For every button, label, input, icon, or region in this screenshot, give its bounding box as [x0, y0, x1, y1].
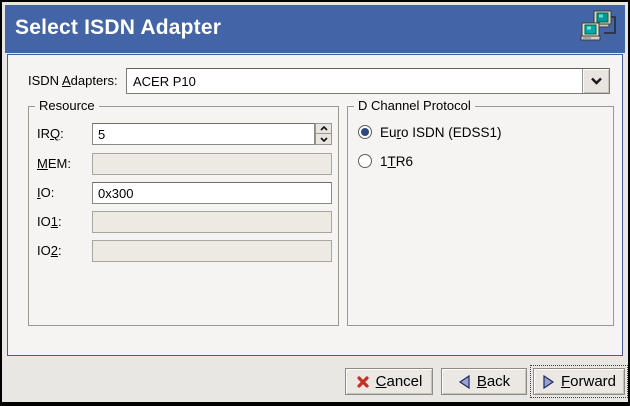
irq-spinner-buttons	[315, 123, 332, 145]
irq-label: IRQ:	[37, 123, 85, 145]
irq-spinner[interactable]	[92, 123, 315, 145]
chevron-down-icon	[590, 77, 603, 85]
arrow-left-icon	[458, 374, 471, 390]
back-button[interactable]: Back	[441, 368, 527, 395]
content-panel: ISDN Adapters: ACER P10 Resource IRQ:	[7, 54, 623, 356]
io1-row: IO1:	[37, 211, 332, 233]
isdn-adapters-combobox[interactable]: ACER P10	[126, 68, 610, 94]
cancel-button-label: Cancel	[376, 373, 423, 390]
page-title: Select ISDN Adapter	[15, 16, 221, 40]
io2-row: IO2:	[37, 240, 332, 262]
forward-button-label: Forward	[561, 373, 616, 390]
cancel-x-icon	[356, 375, 370, 389]
resource-group: Resource IRQ: MEM:	[28, 106, 339, 326]
radio-euro-isdn-label: Euro ISDN (EDSS1)	[380, 125, 502, 140]
back-button-label: Back	[477, 373, 510, 390]
io2-field	[92, 240, 332, 262]
io-field[interactable]	[92, 182, 332, 204]
chevron-up-icon	[320, 126, 328, 131]
irq-row: IRQ:	[37, 123, 332, 145]
isdn-adapter-dialog: { "window": { "title": "Select ISDN Adap…	[0, 0, 630, 406]
io2-label: IO2:	[37, 240, 85, 262]
radio-button-icon[interactable]	[358, 154, 372, 168]
radio-1tr6-label: 1TR6	[380, 154, 413, 169]
io-row: IO:	[37, 182, 332, 204]
arrow-right-icon	[542, 374, 555, 390]
combobox-dropdown-button[interactable]	[582, 69, 609, 93]
mem-field	[92, 153, 332, 175]
titlebar: Select ISDN Adapter	[5, 5, 625, 53]
network-computers-icon	[579, 9, 619, 49]
mem-row: MEM:	[37, 153, 332, 175]
io1-field	[92, 211, 332, 233]
forward-button[interactable]: Forward	[533, 368, 625, 395]
window-chrome: Select ISDN Adapter ISDN Adapters: ACER …	[2, 2, 628, 402]
cancel-button[interactable]: Cancel	[345, 368, 433, 395]
radio-euro-isdn[interactable]: Euro ISDN (EDSS1)	[358, 123, 502, 141]
isdn-adapters-label: ISDN Adapters:	[28, 68, 118, 94]
radio-1tr6[interactable]: 1TR6	[358, 152, 413, 170]
resource-group-title: Resource	[35, 98, 99, 113]
spin-up-button[interactable]	[315, 123, 332, 134]
io-label: IO:	[37, 182, 85, 204]
io1-label: IO1:	[37, 211, 85, 233]
d-channel-protocol-title: D Channel Protocol	[354, 98, 475, 113]
spin-down-button[interactable]	[315, 134, 332, 145]
chevron-down-icon	[320, 137, 328, 142]
d-channel-protocol-group: D Channel Protocol Euro ISDN (EDSS1) 1TR…	[347, 106, 614, 326]
radio-button-icon[interactable]	[358, 125, 372, 139]
combobox-selected-value: ACER P10	[127, 74, 582, 89]
mem-label: MEM:	[37, 153, 85, 175]
